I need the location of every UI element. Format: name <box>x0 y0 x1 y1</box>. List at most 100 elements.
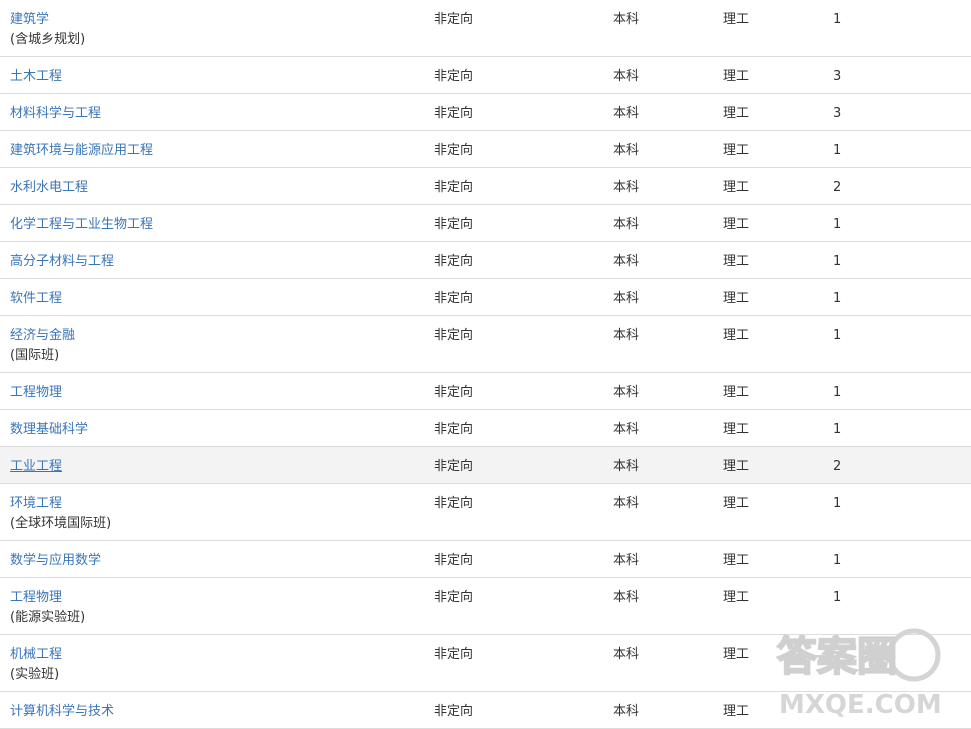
count-cell: 1 <box>833 422 842 437</box>
level-cell: 本科 <box>613 553 640 568</box>
level-cell: 本科 <box>613 496 640 511</box>
count-cell: 1 <box>833 143 842 158</box>
category-cell: 理工 <box>723 553 750 568</box>
major-cell: 建筑环境与能源应用工程 <box>0 131 434 167</box>
major-link[interactable]: 经济与金融 <box>10 326 434 346</box>
level-cell: 本科 <box>613 180 640 195</box>
major-cell: 土木工程 <box>0 57 434 93</box>
category-cell: 理工 <box>723 217 750 232</box>
table-row: 计算机科学与技术 非定向 本科 理工 <box>0 692 971 729</box>
table-row: 高分子材料与工程 非定向 本科 理工 1 <box>0 242 971 279</box>
table-row: 经济与金融 (国际班) 非定向 本科 理工 1 <box>0 316 971 373</box>
count-cell: 1 <box>833 553 842 568</box>
enrollment-table: 建筑学 (含城乡规划) 非定向 本科 理工 1 土木工程 非定向 本科 理工 3 材料科学与工程 非定向… <box>0 0 971 729</box>
major-link[interactable]: 计算机科学与技术 <box>10 702 434 722</box>
major-link[interactable]: 工程物理 <box>10 383 434 403</box>
count-cell: 1 <box>833 590 842 605</box>
direction-cell: 非定向 <box>434 254 474 269</box>
major-cell: 数理基础科学 <box>0 410 434 446</box>
major-cell: 计算机科学与技术 <box>0 692 434 728</box>
table-row: 工程物理 (能源实验班) 非定向 本科 理工 1 <box>0 578 971 635</box>
direction-cell: 非定向 <box>434 647 474 662</box>
level-cell: 本科 <box>613 143 640 158</box>
direction-cell: 非定向 <box>434 459 474 474</box>
major-cell: 经济与金融 (国际班) <box>0 316 434 372</box>
level-cell: 本科 <box>613 647 640 662</box>
direction-cell: 非定向 <box>434 553 474 568</box>
direction-cell: 非定向 <box>434 12 474 27</box>
major-link[interactable]: 机械工程 <box>10 645 434 665</box>
major-link[interactable]: 材料科学与工程 <box>10 104 434 124</box>
major-cell: 材料科学与工程 <box>0 94 434 130</box>
major-cell: 建筑学 (含城乡规划) <box>0 0 434 56</box>
major-link[interactable]: 软件工程 <box>10 289 434 309</box>
major-cell: 数学与应用数学 <box>0 541 434 577</box>
level-cell: 本科 <box>613 328 640 343</box>
major-link[interactable]: 数理基础科学 <box>10 420 434 440</box>
count-cell: 3 <box>833 69 842 84</box>
major-cell: 水利水电工程 <box>0 168 434 204</box>
category-cell: 理工 <box>723 180 750 195</box>
count-cell <box>833 635 971 691</box>
table-row: 软件工程 非定向 本科 理工 1 <box>0 279 971 316</box>
count-cell: 1 <box>833 291 842 306</box>
table-row: 环境工程 (全球环境国际班) 非定向 本科 理工 1 <box>0 484 971 541</box>
major-link[interactable]: 化学工程与工业生物工程 <box>10 215 434 235</box>
major-cell: 工程物理 <box>0 373 434 409</box>
major-note: (能源实验班) <box>10 610 86 625</box>
category-cell: 理工 <box>723 143 750 158</box>
major-link[interactable]: 工业工程 <box>10 457 434 477</box>
direction-cell: 非定向 <box>434 69 474 84</box>
direction-cell: 非定向 <box>434 385 474 400</box>
level-cell: 本科 <box>613 254 640 269</box>
level-cell: 本科 <box>613 291 640 306</box>
category-cell: 理工 <box>723 328 750 343</box>
major-note: (国际班) <box>10 348 60 363</box>
direction-cell: 非定向 <box>434 590 474 605</box>
direction-cell: 非定向 <box>434 422 474 437</box>
major-link[interactable]: 建筑环境与能源应用工程 <box>10 141 434 161</box>
major-cell: 软件工程 <box>0 279 434 315</box>
count-cell: 1 <box>833 12 842 27</box>
direction-cell: 非定向 <box>434 180 474 195</box>
major-link[interactable]: 土木工程 <box>10 67 434 87</box>
category-cell: 理工 <box>723 385 750 400</box>
major-note: (含城乡规划) <box>10 32 86 47</box>
category-cell: 理工 <box>723 254 750 269</box>
category-cell: 理工 <box>723 291 750 306</box>
major-link[interactable]: 建筑学 <box>10 10 434 30</box>
direction-cell: 非定向 <box>434 106 474 121</box>
table-row: 化学工程与工业生物工程 非定向 本科 理工 1 <box>0 205 971 242</box>
direction-cell: 非定向 <box>434 704 474 719</box>
major-link[interactable]: 数学与应用数学 <box>10 551 434 571</box>
level-cell: 本科 <box>613 704 640 719</box>
major-link[interactable]: 高分子材料与工程 <box>10 252 434 272</box>
table-row: 工业工程 非定向 本科 理工 2 <box>0 447 971 484</box>
level-cell: 本科 <box>613 12 640 27</box>
table-row: 机械工程 (实验班) 非定向 本科 理工 <box>0 635 971 692</box>
direction-cell: 非定向 <box>434 217 474 232</box>
major-link[interactable]: 工程物理 <box>10 588 434 608</box>
count-cell: 2 <box>833 180 842 195</box>
level-cell: 本科 <box>613 590 640 605</box>
count-cell: 1 <box>833 385 842 400</box>
category-cell: 理工 <box>723 12 750 27</box>
table-row: 建筑学 (含城乡规划) 非定向 本科 理工 1 <box>0 0 971 57</box>
major-link[interactable]: 环境工程 <box>10 494 434 514</box>
category-cell: 理工 <box>723 647 750 662</box>
major-link[interactable]: 水利水电工程 <box>10 178 434 198</box>
category-cell: 理工 <box>723 459 750 474</box>
category-cell: 理工 <box>723 496 750 511</box>
level-cell: 本科 <box>613 385 640 400</box>
major-cell: 高分子材料与工程 <box>0 242 434 278</box>
major-cell: 机械工程 (实验班) <box>0 635 434 691</box>
category-cell: 理工 <box>723 106 750 121</box>
major-note: (全球环境国际班) <box>10 516 112 531</box>
count-cell: 1 <box>833 217 842 232</box>
table-row: 数学与应用数学 非定向 本科 理工 1 <box>0 541 971 578</box>
count-cell: 1 <box>833 328 842 343</box>
category-cell: 理工 <box>723 704 750 719</box>
table-row: 水利水电工程 非定向 本科 理工 2 <box>0 168 971 205</box>
direction-cell: 非定向 <box>434 143 474 158</box>
category-cell: 理工 <box>723 69 750 84</box>
